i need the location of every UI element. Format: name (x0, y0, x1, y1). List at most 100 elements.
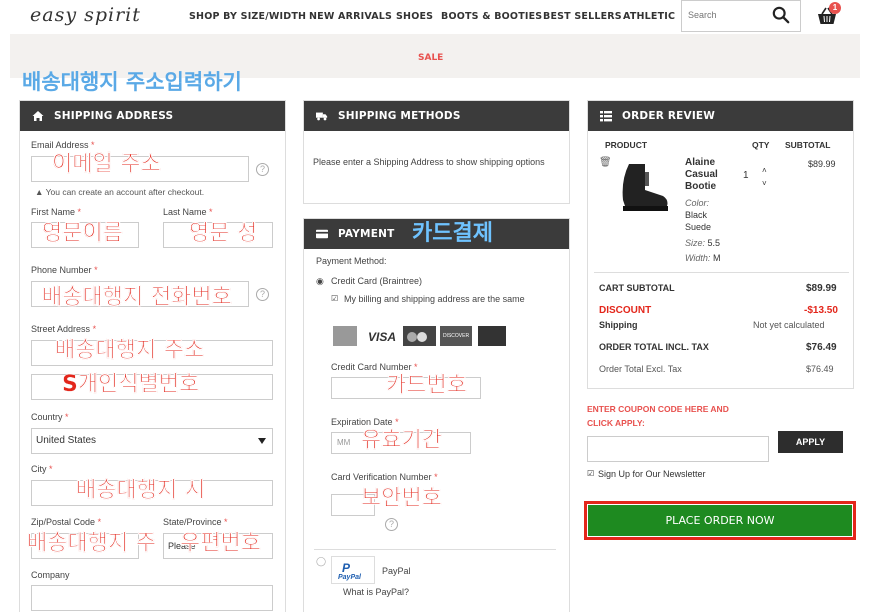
color-value-line2: Suede (685, 222, 712, 232)
cvv-label: Card Verification Number * (331, 472, 438, 482)
annotation-expiration: 유효기간 (361, 428, 442, 453)
shipping-methods-panel: SHIPPING METHODS (303, 100, 570, 204)
annotation-email: 이메일 주소 (52, 152, 161, 177)
product-subtotal: $89.99 (808, 159, 836, 169)
home-icon (32, 111, 44, 121)
annotation-page-title: 배송대행지 주소입력하기 (22, 70, 242, 94)
col-subtotal-header: SUBTOTAL (785, 140, 831, 150)
email-help-icon[interactable]: ? (256, 163, 269, 176)
total-incl-tax-value: $76.49 (806, 342, 837, 353)
product-qty[interactable]: 1 (743, 170, 749, 181)
total-incl-tax-label: ORDER TOTAL INCL. TAX (599, 342, 709, 352)
nav-athletic[interactable]: ATHLETIC (623, 11, 675, 22)
country-value: United States (36, 435, 97, 446)
city-label: City * (31, 464, 53, 474)
shipping-label: Shipping (599, 320, 638, 330)
annotation-phone: 배송대행지 전화번호 (42, 285, 232, 310)
qty-increase-icon[interactable]: ˄ (762, 166, 767, 175)
nav-sale[interactable]: SALE (418, 53, 443, 63)
annotation-zip: 배송대행지 주 (27, 531, 157, 556)
email-label: Email Address * (31, 140, 95, 150)
mastercard-icon (403, 326, 436, 346)
paypal-radio[interactable]: ◯ (316, 556, 326, 567)
nav-shop-by-size[interactable]: SHOP BY SIZE/WIDTH (189, 11, 306, 22)
annotation-card-payment: 카드결제 (412, 221, 493, 246)
street-label: Street Address * (31, 324, 97, 334)
payment-method-label: Payment Method: (316, 256, 387, 266)
country-label: Country * (31, 412, 69, 422)
nav-boots-booties[interactable]: BOOTS & BOOTIES (441, 11, 542, 22)
newsletter-label: Sign Up for Our Newsletter (598, 469, 706, 479)
list-icon (600, 111, 612, 122)
width-row: Width: M (685, 253, 721, 263)
site-logo[interactable]: easy spirit (30, 4, 141, 26)
nav-new-arrivals[interactable]: NEW ARRIVALS (309, 11, 392, 22)
col-qty-header: QTY (752, 140, 770, 150)
search-input[interactable] (688, 1, 768, 29)
payment-title: PAYMENT (338, 228, 395, 240)
total-excl-tax-label: Order Total Excl. Tax (599, 364, 682, 374)
coupon-label-line1: ENTER COUPON CODE HERE AND (587, 404, 729, 414)
size-row: Size: 5.5 (685, 238, 721, 248)
shipping-methods-message: Please enter a Shipping Address to show … (313, 157, 545, 167)
credit-card-icon (316, 229, 328, 239)
product-name-line1[interactable]: Alaine (685, 157, 715, 168)
company-field[interactable] (31, 585, 273, 611)
cart-subtotal-label: CART SUBTOTAL (599, 283, 675, 293)
card-number-label: Credit Card Number * (331, 362, 418, 372)
credit-card-option-label: Credit Card (Braintree) (331, 276, 423, 286)
last-name-label: Last Name * (163, 207, 213, 217)
annotation-card-number: 카드번호 (386, 373, 467, 398)
apply-coupon-button[interactable]: APPLY (778, 431, 843, 453)
coupon-code-field[interactable] (587, 436, 769, 462)
order-review-header: ORDER REVIEW (588, 101, 853, 131)
discount-label: DISCOUNT (599, 305, 652, 316)
review-divider (594, 272, 849, 273)
amex-card-icon (333, 326, 357, 346)
coupon-label-line2: CLICK APPLY: (587, 418, 645, 428)
company-label: Company (31, 570, 70, 580)
order-review-title: ORDER REVIEW (622, 110, 716, 122)
shipping-methods-header: SHIPPING METHODS (304, 101, 569, 131)
same-address-checkbox[interactable]: ☑ (331, 294, 338, 303)
search-box (681, 0, 801, 32)
truck-icon (316, 112, 328, 121)
annotation-street2: S개인식별번호 (62, 372, 200, 397)
shipping-methods-title: SHIPPING METHODS (338, 110, 461, 122)
first-name-label: First Name * (31, 207, 82, 217)
same-address-label: My billing and shipping address are the … (344, 294, 525, 304)
search-icon[interactable] (772, 6, 790, 24)
nav-best-sellers[interactable]: BEST SELLERS (543, 11, 622, 22)
shipping-value: Not yet calculated (753, 320, 825, 330)
trash-icon[interactable]: 🗑 (599, 157, 612, 168)
qty-decrease-icon[interactable]: ˅ (762, 179, 767, 188)
discount-value: -$13.50 (804, 305, 838, 316)
payment-divider (314, 549, 556, 550)
state-label: State/Province * (163, 517, 228, 527)
account-note: ▲ You can create an account after checko… (35, 187, 205, 197)
expiration-label: Expiration Date * (331, 417, 399, 427)
annotation-city: 배송대행지 시 (76, 478, 206, 503)
cvv-help-icon[interactable]: ? (385, 518, 398, 531)
shipping-address-title: SHIPPING ADDRESS (54, 110, 174, 122)
credit-card-radio[interactable]: ◉ (316, 276, 324, 287)
phone-help-icon[interactable]: ? (256, 288, 269, 301)
product-image[interactable] (611, 160, 671, 215)
country-select[interactable]: United States (31, 428, 273, 454)
jcb-card-icon (478, 326, 506, 346)
place-order-button[interactable]: PLACE ORDER NOW (588, 505, 852, 536)
annotation-cvv: 보안번호 (361, 486, 442, 511)
color-label: Color: (685, 198, 710, 208)
shipping-address-header: SHIPPING ADDRESS (20, 101, 285, 131)
paypal-label: PayPal (382, 566, 411, 576)
zip-label: Zip/Postal Code * (31, 517, 102, 527)
annotation-street1: 배송대행지 주소 (55, 338, 205, 363)
product-name-line2[interactable]: Casual (685, 169, 718, 180)
product-name-line3[interactable]: Bootie (685, 181, 716, 192)
annotation-first-name: 영문이름 (42, 221, 123, 246)
annotation-last-name: 영문 성 (189, 221, 258, 246)
what-is-paypal-link[interactable]: What is PayPal? (343, 587, 409, 597)
paypal-logo: P PayPal (331, 556, 375, 584)
nav-shoes[interactable]: SHOES (396, 11, 433, 22)
newsletter-checkbox[interactable]: ☑ (587, 469, 594, 478)
